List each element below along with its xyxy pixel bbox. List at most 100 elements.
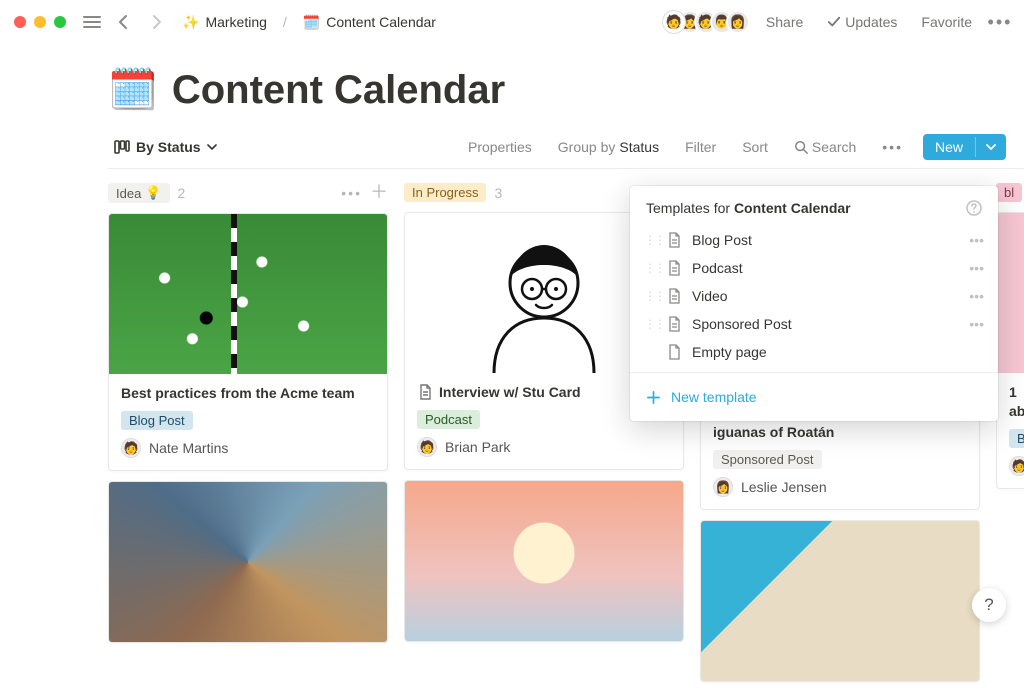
- close-icon[interactable]: [14, 16, 26, 28]
- card-tag: Sponsored Post: [713, 450, 822, 469]
- group-by-value: Status: [619, 139, 659, 155]
- card-title: Best practices from the Acme team: [121, 384, 375, 403]
- card-tag: Blog Post: [121, 411, 193, 430]
- template-label: Sponsored Post: [692, 316, 792, 332]
- templates-heading-prefix: Templates for: [646, 200, 734, 216]
- card-cover: [997, 213, 1024, 373]
- nav-forward-button[interactable]: [144, 10, 168, 34]
- template-more-icon[interactable]: •••: [969, 232, 984, 248]
- template-more-icon[interactable]: •••: [969, 316, 984, 332]
- page-icon: [666, 288, 682, 304]
- page-icon: [666, 316, 682, 332]
- card[interactable]: 1 able Blog 🧑 N: [996, 212, 1024, 489]
- board-icon: [114, 139, 130, 155]
- filter-button[interactable]: Filter: [679, 136, 722, 158]
- drag-handle-icon[interactable]: ⋮⋮: [644, 317, 656, 331]
- illustration-icon: [454, 213, 634, 373]
- breadcrumb-parent-label: Marketing: [205, 14, 266, 30]
- sort-button[interactable]: Sort: [736, 136, 774, 158]
- divider: [630, 372, 998, 373]
- column-add-button[interactable]: ＋: [370, 185, 388, 201]
- breadcrumb-page-label: Content Calendar: [326, 14, 436, 30]
- group-by-prefix: Group by: [558, 139, 616, 155]
- template-label: Blog Post: [692, 232, 752, 248]
- template-item[interactable]: ⋮⋮ Blog Post •••: [630, 226, 998, 254]
- favorite-button[interactable]: Favorite: [913, 10, 980, 34]
- avatar: 🧑: [1009, 456, 1024, 476]
- new-template-label: New template: [671, 389, 757, 405]
- more-icon[interactable]: •••: [988, 10, 1012, 34]
- group-by-button[interactable]: Group by Status: [552, 136, 665, 158]
- view-toolbar: By Status Properties Group by Status Fil…: [108, 134, 1024, 169]
- card-author: Brian Park: [445, 439, 510, 455]
- drag-handle-icon[interactable]: ⋮⋮: [644, 261, 656, 275]
- column-header[interactable]: bl: [996, 183, 1024, 202]
- card[interactable]: Best practices from the Acme team Blog P…: [108, 213, 388, 471]
- template-label: Podcast: [692, 260, 743, 276]
- chevron-down-icon: [207, 142, 217, 152]
- new-button[interactable]: New: [923, 134, 1006, 160]
- card-cover: [109, 482, 387, 642]
- template-more-icon[interactable]: •••: [969, 260, 984, 276]
- status-pill: Idea 💡: [108, 183, 170, 203]
- template-item[interactable]: ⋮⋮ Sponsored Post •••: [630, 310, 998, 338]
- search-label: Search: [812, 139, 856, 155]
- topbar: ✨ Marketing / 🗓️ Content Calendar 🧑 👩 🧑 …: [0, 0, 1024, 44]
- updates-button[interactable]: Updates: [819, 10, 905, 34]
- column-header[interactable]: Idea 💡 2 ••• ＋: [108, 183, 388, 203]
- help-icon[interactable]: [966, 200, 982, 216]
- card[interactable]: [700, 520, 980, 682]
- search-button[interactable]: Search: [788, 136, 862, 158]
- nav-back-button[interactable]: [112, 10, 136, 34]
- share-button[interactable]: Share: [758, 10, 811, 34]
- breadcrumb-page-icon: 🗓️: [303, 14, 320, 31]
- breadcrumb-page[interactable]: 🗓️ Content Calendar: [297, 11, 442, 34]
- sidebar-toggle-icon[interactable]: [80, 10, 104, 34]
- properties-button[interactable]: Properties: [462, 136, 538, 158]
- page-icon[interactable]: 🗓️: [108, 68, 158, 112]
- card-author: Leslie Jensen: [741, 479, 827, 495]
- presence-avatars[interactable]: 🧑 👩 🧑 👨 👩: [662, 10, 750, 34]
- templates-popover: Templates for Content Calendar ⋮⋮ Blog P…: [630, 186, 998, 421]
- breadcrumb-parent[interactable]: ✨ Marketing: [176, 11, 273, 34]
- column-more-icon[interactable]: •••: [341, 185, 362, 201]
- card-title: iguanas of Roatán: [713, 423, 967, 442]
- column-count: 3: [494, 185, 502, 201]
- status-label: Idea: [116, 186, 141, 201]
- card-title: 1 able: [1009, 383, 1023, 421]
- view-selector[interactable]: By Status: [108, 136, 223, 158]
- page-title[interactable]: 🗓️ Content Calendar: [108, 68, 1024, 112]
- minimize-icon[interactable]: [34, 16, 46, 28]
- breadcrumb-parent-icon: ✨: [182, 14, 199, 31]
- template-item-empty[interactable]: ⋮⋮ Empty page: [630, 338, 998, 366]
- avatar: 🧑: [662, 10, 686, 34]
- board-column-idea: Idea 💡 2 ••• ＋ Best practices from the A…: [108, 183, 388, 692]
- template-label: Video: [692, 288, 728, 304]
- template-item[interactable]: ⋮⋮ Podcast •••: [630, 254, 998, 282]
- templates-heading: Templates for Content Calendar: [630, 186, 998, 226]
- help-button[interactable]: ?: [972, 588, 1006, 622]
- view-more-icon[interactable]: •••: [876, 136, 909, 158]
- drag-handle-icon[interactable]: ⋮⋮: [644, 233, 656, 247]
- window-controls: [14, 16, 66, 28]
- new-button-caret[interactable]: [975, 137, 1006, 157]
- template-item[interactable]: ⋮⋮ Video •••: [630, 282, 998, 310]
- card[interactable]: iguanas of Roatán Sponsored Post 👩 Lesli…: [700, 413, 980, 510]
- card-cover: [701, 521, 979, 681]
- card[interactable]: [404, 480, 684, 642]
- card-cover: [109, 214, 387, 374]
- updates-label: Updates: [845, 14, 897, 30]
- templates-heading-name: Content Calendar: [734, 200, 851, 216]
- plus-icon: [646, 390, 661, 405]
- drag-handle-icon[interactable]: ⋮⋮: [644, 289, 656, 303]
- new-template-button[interactable]: New template: [630, 379, 998, 415]
- template-more-icon[interactable]: •••: [969, 288, 984, 304]
- status-pill: bl: [996, 183, 1022, 202]
- card[interactable]: [108, 481, 388, 643]
- avatar: 👩: [726, 10, 750, 34]
- template-label: Empty page: [692, 344, 767, 360]
- card-tag: Podcast: [417, 410, 480, 429]
- page-icon: [666, 260, 682, 276]
- zoom-icon[interactable]: [54, 16, 66, 28]
- card-tag: Blog: [1009, 429, 1024, 448]
